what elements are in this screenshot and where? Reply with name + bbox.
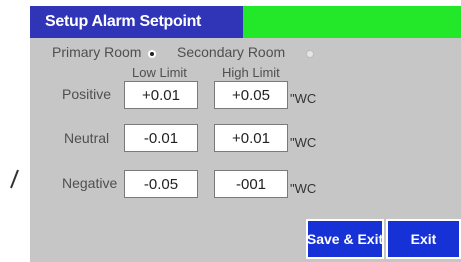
secondary-room-label: Secondary Room	[177, 44, 286, 60]
neutral-high-limit-field[interactable]: +0.01	[214, 124, 288, 152]
negative-high-limit-field[interactable]: -001	[214, 170, 288, 198]
row-label-negative: Negative	[62, 175, 118, 191]
negative-low-limit-field[interactable]: -0.05	[124, 170, 198, 198]
negative-unit: "WC	[290, 181, 317, 196]
neutral-low-limit-field[interactable]: -0.01	[124, 124, 198, 152]
positive-unit: "WC	[290, 91, 317, 106]
high-limit-header: High Limit	[222, 65, 280, 80]
save-exit-button[interactable]: Save & Exit	[306, 219, 384, 259]
row-label-positive: Positive	[62, 86, 112, 102]
primary-room-radio[interactable]	[148, 50, 156, 58]
stray-mark	[10, 169, 19, 189]
low-limit-header: Low Limit	[132, 65, 187, 80]
neutral-unit: "WC	[290, 135, 317, 150]
exit-button[interactable]: Exit	[386, 219, 461, 259]
row-label-neutral: Neutral	[64, 130, 110, 146]
status-indicator	[243, 6, 461, 38]
positive-low-limit-field[interactable]: +0.01	[124, 81, 198, 109]
primary-room-label: Primary Room	[52, 44, 142, 60]
page-title: Setup Alarm Setpoint	[45, 13, 202, 30]
positive-high-limit-field[interactable]: +0.05	[214, 81, 288, 109]
secondary-room-radio[interactable]	[306, 50, 314, 58]
